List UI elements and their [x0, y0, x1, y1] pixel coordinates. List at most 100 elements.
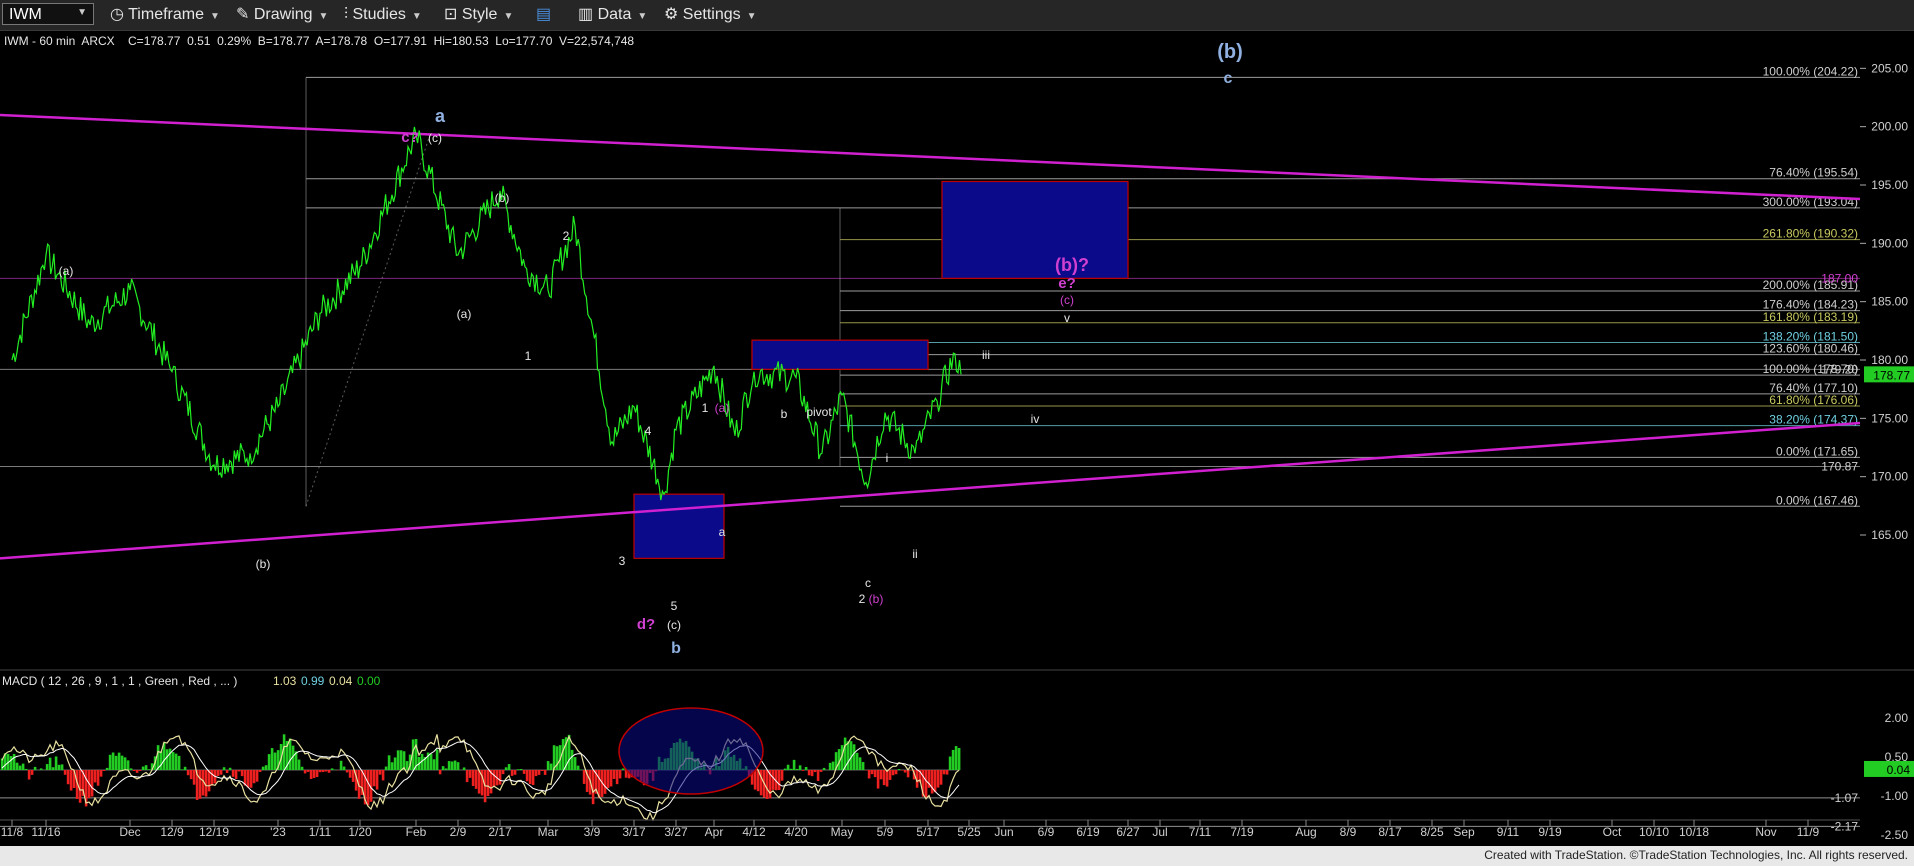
macd-histogram-bar — [846, 741, 850, 770]
macd-histogram-bar — [789, 768, 793, 770]
level-label: 187.00 — [1821, 271, 1858, 285]
x-axis-tick-label: 3/27 — [664, 825, 688, 839]
macd-histogram-bar — [873, 770, 877, 778]
macd-value-4: 0.00 — [357, 674, 381, 688]
wave-label: c — [1224, 70, 1233, 87]
macd-histogram-bar — [39, 768, 43, 770]
macd-histogram-bar — [108, 754, 112, 770]
macd-histogram-bar — [513, 770, 517, 775]
macd-histogram-bar — [954, 746, 958, 770]
macd-histogram-bar — [498, 770, 502, 785]
timeframe-label: Timeframe — [128, 6, 204, 23]
x-axis-tick-label: 2/9 — [450, 825, 467, 839]
macd-histogram-bar — [303, 770, 307, 774]
macd-histogram-bar — [111, 752, 115, 770]
macd-histogram-bar — [126, 760, 130, 770]
macd-histogram-bar — [249, 770, 253, 788]
wave-label: 2 — [563, 229, 570, 243]
drawing-menu[interactable]: ✎ Drawing ▼ — [236, 6, 328, 24]
macd-histogram-bar — [810, 770, 814, 777]
macd-histogram-bar — [231, 770, 235, 777]
x-axis-tick-label: 9/19 — [1538, 825, 1562, 839]
macd-histogram-bar — [612, 770, 616, 779]
macd-histogram-bar — [957, 747, 961, 770]
macd-value-3: 0.04 — [329, 674, 353, 688]
macd-histogram-bar — [237, 770, 241, 772]
chevron-down-icon: ▼ — [503, 11, 514, 22]
macd-value-2: 0.99 — [301, 674, 325, 688]
macd-histogram-bar — [534, 770, 538, 777]
macd-histogram-bar — [474, 770, 478, 789]
chart-canvas[interactable]: IWM - 60 min ARCX C=178.77 0.51 0.29% B=… — [0, 30, 1914, 846]
macd-histogram-bar — [135, 770, 139, 773]
macd-histogram-bar — [786, 764, 790, 770]
macd-histogram-bar — [897, 769, 901, 770]
settings-menu[interactable]: ⚙ Settings ▼ — [664, 6, 757, 24]
wave-label: (b) — [1217, 41, 1243, 63]
x-axis-tick-label: 7/11 — [1189, 825, 1212, 839]
macd-axis-tick-label: -1.00 — [1881, 789, 1909, 803]
macd-histogram-bar — [546, 761, 550, 770]
macd-histogram-bar — [528, 770, 532, 785]
macd-histogram-bar — [63, 770, 67, 775]
wave-label: 1 — [525, 349, 532, 363]
macd-histogram-bar — [105, 767, 109, 770]
macd-histogram-bar — [267, 754, 271, 770]
macd-histogram-bar — [621, 768, 625, 770]
macd-histogram-bar — [582, 770, 586, 784]
symbol-input[interactable]: IWM ▼ — [2, 3, 94, 25]
wave-label: (c) — [667, 618, 681, 632]
wave-label: ii — [912, 547, 917, 561]
macd-histogram-bar — [186, 770, 190, 776]
studies-menu[interactable]: ⫶ Studies ▼ — [344, 6, 422, 24]
macd-histogram-bar — [27, 770, 31, 780]
macd-histogram-bar — [948, 756, 952, 770]
timeframe-menu[interactable]: ◷ Timeframe ▼ — [110, 6, 220, 24]
chevron-down-icon: ▼ — [411, 11, 422, 22]
macd-last-label: 0.04 — [1887, 763, 1911, 777]
x-axis-tick-label: Oct — [1603, 825, 1622, 839]
macd-histogram-bar — [60, 764, 64, 770]
x-axis-tick-label: 5/9 — [877, 825, 894, 839]
macd-histogram-bar — [330, 768, 334, 770]
layout-button[interactable]: ▤ — [536, 6, 551, 24]
macd-histogram-bar — [255, 770, 259, 782]
price-header: IWM - 60 min ARCX C=178.77 0.51 0.29% B=… — [4, 34, 634, 48]
macd-histogram-bar — [453, 760, 457, 770]
macd-histogram-bar — [372, 770, 376, 787]
macd-histogram-bar — [822, 767, 826, 770]
wave-label: 5 — [671, 599, 678, 613]
macd-histogram-bar — [471, 770, 475, 787]
macd-histogram-bar — [120, 755, 124, 770]
macd-histogram-bar — [519, 769, 523, 770]
style-icon: ⊡ — [444, 6, 458, 23]
wave-label: b — [781, 407, 788, 421]
footer: Created with TradeStation. ©TradeStation… — [0, 846, 1914, 866]
macd-histogram-bar — [396, 750, 400, 770]
x-axis-tick-label: 5/25 — [957, 825, 981, 839]
chevron-down-icon: ▼ — [637, 11, 648, 22]
macd-histogram-bar — [234, 770, 238, 779]
macd-histogram-bar — [96, 770, 100, 786]
price-axis-tick-label: 180.00 — [1871, 353, 1908, 367]
macd-histogram-bar — [378, 770, 382, 775]
style-menu[interactable]: ⊡ Style ▼ — [444, 6, 513, 24]
data-menu[interactable]: ▥ Data ▼ — [578, 6, 647, 24]
chevron-down-icon[interactable]: ▼ — [77, 7, 87, 18]
macd-histogram-bar — [99, 770, 103, 777]
trendline — [0, 421, 1861, 560]
macd-histogram-bar — [123, 757, 127, 770]
macd-histogram-bar — [576, 765, 580, 770]
x-axis-tick-label: 9/11 — [1497, 825, 1520, 839]
macd-histogram-bar — [384, 766, 388, 770]
macd-histogram-bar — [618, 770, 622, 779]
macd-level-label: -2.17 — [1831, 819, 1859, 833]
macd-line — [1, 734, 960, 822]
macd-histogram-bar — [318, 770, 322, 773]
x-axis-tick-label: 6/27 — [1116, 825, 1140, 839]
macd-histogram-bar — [192, 770, 196, 785]
macd-histogram-bar — [609, 770, 613, 787]
wave-label: (c) — [428, 131, 442, 145]
x-axis-tick-label: 3/17 — [622, 825, 646, 839]
macd-histogram-bar — [936, 770, 940, 788]
